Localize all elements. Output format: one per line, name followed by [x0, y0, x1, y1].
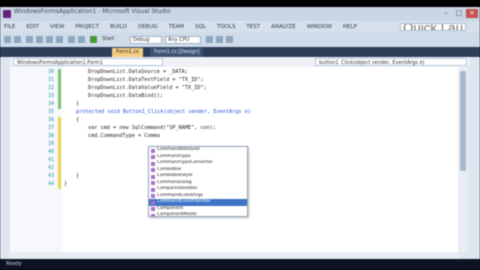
menu-window[interactable]: WINDOW	[307, 24, 332, 30]
menu-view[interactable]: VIEW	[50, 24, 64, 30]
change-marker	[58, 101, 61, 109]
open-file-icon[interactable]	[36, 36, 43, 43]
undo-icon[interactable]	[68, 36, 75, 43]
code-line: DropDownList.DataBind();	[88, 93, 163, 99]
menu-tools[interactable]: TOOLS	[217, 24, 236, 30]
code-line: DropDownList.DataValueField = "TX_ID";	[88, 85, 207, 91]
class-icon	[151, 187, 155, 192]
forward-icon[interactable]	[14, 36, 21, 43]
class-icon	[151, 161, 155, 166]
class-icon	[151, 148, 155, 153]
class-icon	[151, 155, 155, 159]
class-icon	[151, 174, 155, 179]
horizontal-scrollbar[interactable]	[10, 252, 458, 259]
class-icon	[151, 168, 155, 172]
menu-help[interactable]: HELP	[343, 24, 357, 30]
line-number: 37	[47, 125, 54, 131]
status-bar: Ready	[0, 259, 480, 270]
save-all-icon[interactable]	[56, 36, 63, 43]
back-icon[interactable]	[4, 36, 11, 43]
line-number: 32	[47, 85, 54, 91]
save-icon[interactable]	[46, 36, 53, 43]
title-bar: WindowsFormsApplication1 - Microsoft Vis…	[0, 7, 480, 21]
line-number: 33	[47, 93, 54, 99]
line-number: 30	[47, 69, 54, 75]
change-marker	[58, 77, 61, 85]
class-icon	[151, 213, 155, 216]
status-text: Ready	[6, 261, 22, 267]
change-marker	[58, 69, 61, 77]
minimize-button[interactable]: –	[440, 9, 452, 18]
line-number-margin: 30 31 32 33 34 35 36 37 38 39 40 41 42 4…	[10, 67, 62, 252]
comment-icon[interactable]	[216, 36, 223, 43]
code-line: DropDownList.DataSource = _DATA;	[88, 69, 188, 75]
window-title: WindowsFormsApplication1 - Microsoft Vis…	[14, 8, 171, 15]
visual-studio-icon	[3, 10, 11, 18]
quick-launch-input[interactable]	[400, 23, 466, 31]
menu-build[interactable]: BUILD	[110, 24, 127, 30]
code-line: var cmd = new SqlCommand("SP_NAME", con)…	[88, 125, 217, 131]
class-icon	[151, 207, 155, 211]
line-number: 44	[47, 181, 54, 187]
tab-form1-cs[interactable]: Form1.cs	[112, 48, 143, 57]
menu-debug[interactable]: DEBUG	[138, 24, 158, 30]
class-icon	[151, 200, 155, 205]
completion-item[interactable]: ComponentModel	[149, 212, 247, 216]
line-number: 42	[47, 165, 54, 171]
line-number: 35	[47, 109, 54, 115]
class-icon	[151, 181, 155, 185]
change-marker	[58, 93, 61, 101]
line-number: 43	[47, 173, 54, 179]
menu-sql[interactable]: SQL	[195, 24, 206, 30]
line-number: 34	[47, 101, 54, 107]
toolbar: Start Debug Any CPU	[0, 33, 480, 47]
platform-select[interactable]: Any CPU	[165, 36, 201, 44]
scrollbar-thumb[interactable]	[460, 71, 466, 171]
change-marker	[58, 117, 61, 189]
ide-window: WindowsFormsApplication1 - Microsoft Vis…	[0, 7, 480, 259]
close-button[interactable]: ×	[466, 9, 478, 18]
code-line: cmd.CommandType = Comma	[88, 133, 160, 139]
member-dropdown[interactable]: button1_Click(object sender, EventArgs e…	[315, 58, 467, 66]
line-number: 38	[47, 133, 54, 139]
menu-test[interactable]: TEST	[246, 24, 260, 30]
class-icon	[151, 194, 155, 198]
change-marker	[58, 85, 61, 93]
code-line: }	[64, 181, 68, 187]
find-icon[interactable]	[206, 36, 213, 43]
menu-project[interactable]: PROJECT	[75, 24, 99, 30]
line-number: 41	[47, 157, 54, 163]
start-label[interactable]: Start	[100, 36, 128, 44]
menu-edit[interactable]: EDIT	[26, 24, 39, 30]
uncomment-icon[interactable]	[226, 36, 233, 43]
menu-analyze[interactable]: ANALYZE	[271, 24, 296, 30]
menu-file[interactable]: FILE	[4, 24, 15, 30]
menu-team[interactable]: TEAM	[169, 24, 184, 30]
line-number: 36	[47, 117, 54, 123]
class-dropdown[interactable]: WindowsFormsApplication1.Form1	[13, 58, 163, 66]
intellisense-popup: CommandBehavior CommandType CommandTypeC…	[148, 146, 248, 217]
document-tabs: Form1.cs Form1.cs [Design]	[0, 47, 480, 57]
line-number: 40	[47, 149, 54, 155]
maximize-button[interactable]: □	[453, 9, 465, 18]
vertical-scrollbar[interactable]	[458, 67, 468, 252]
line-number: 31	[47, 77, 54, 83]
code-line: {	[76, 117, 80, 123]
code-line: DropDownList.DataTextField = "TX_ID";	[88, 77, 204, 83]
new-project-icon[interactable]	[26, 36, 33, 43]
tab-form1-design[interactable]: Form1.cs [Design]	[150, 48, 204, 57]
code-line: }	[76, 173, 80, 179]
line-number: 39	[47, 141, 54, 147]
code-line: }	[76, 101, 80, 107]
configuration-select[interactable]: Debug	[130, 36, 162, 44]
start-debugging-icon[interactable]	[90, 36, 97, 43]
redo-icon[interactable]	[78, 36, 85, 43]
code-line: protected void Button1_Click(object send…	[76, 109, 251, 115]
